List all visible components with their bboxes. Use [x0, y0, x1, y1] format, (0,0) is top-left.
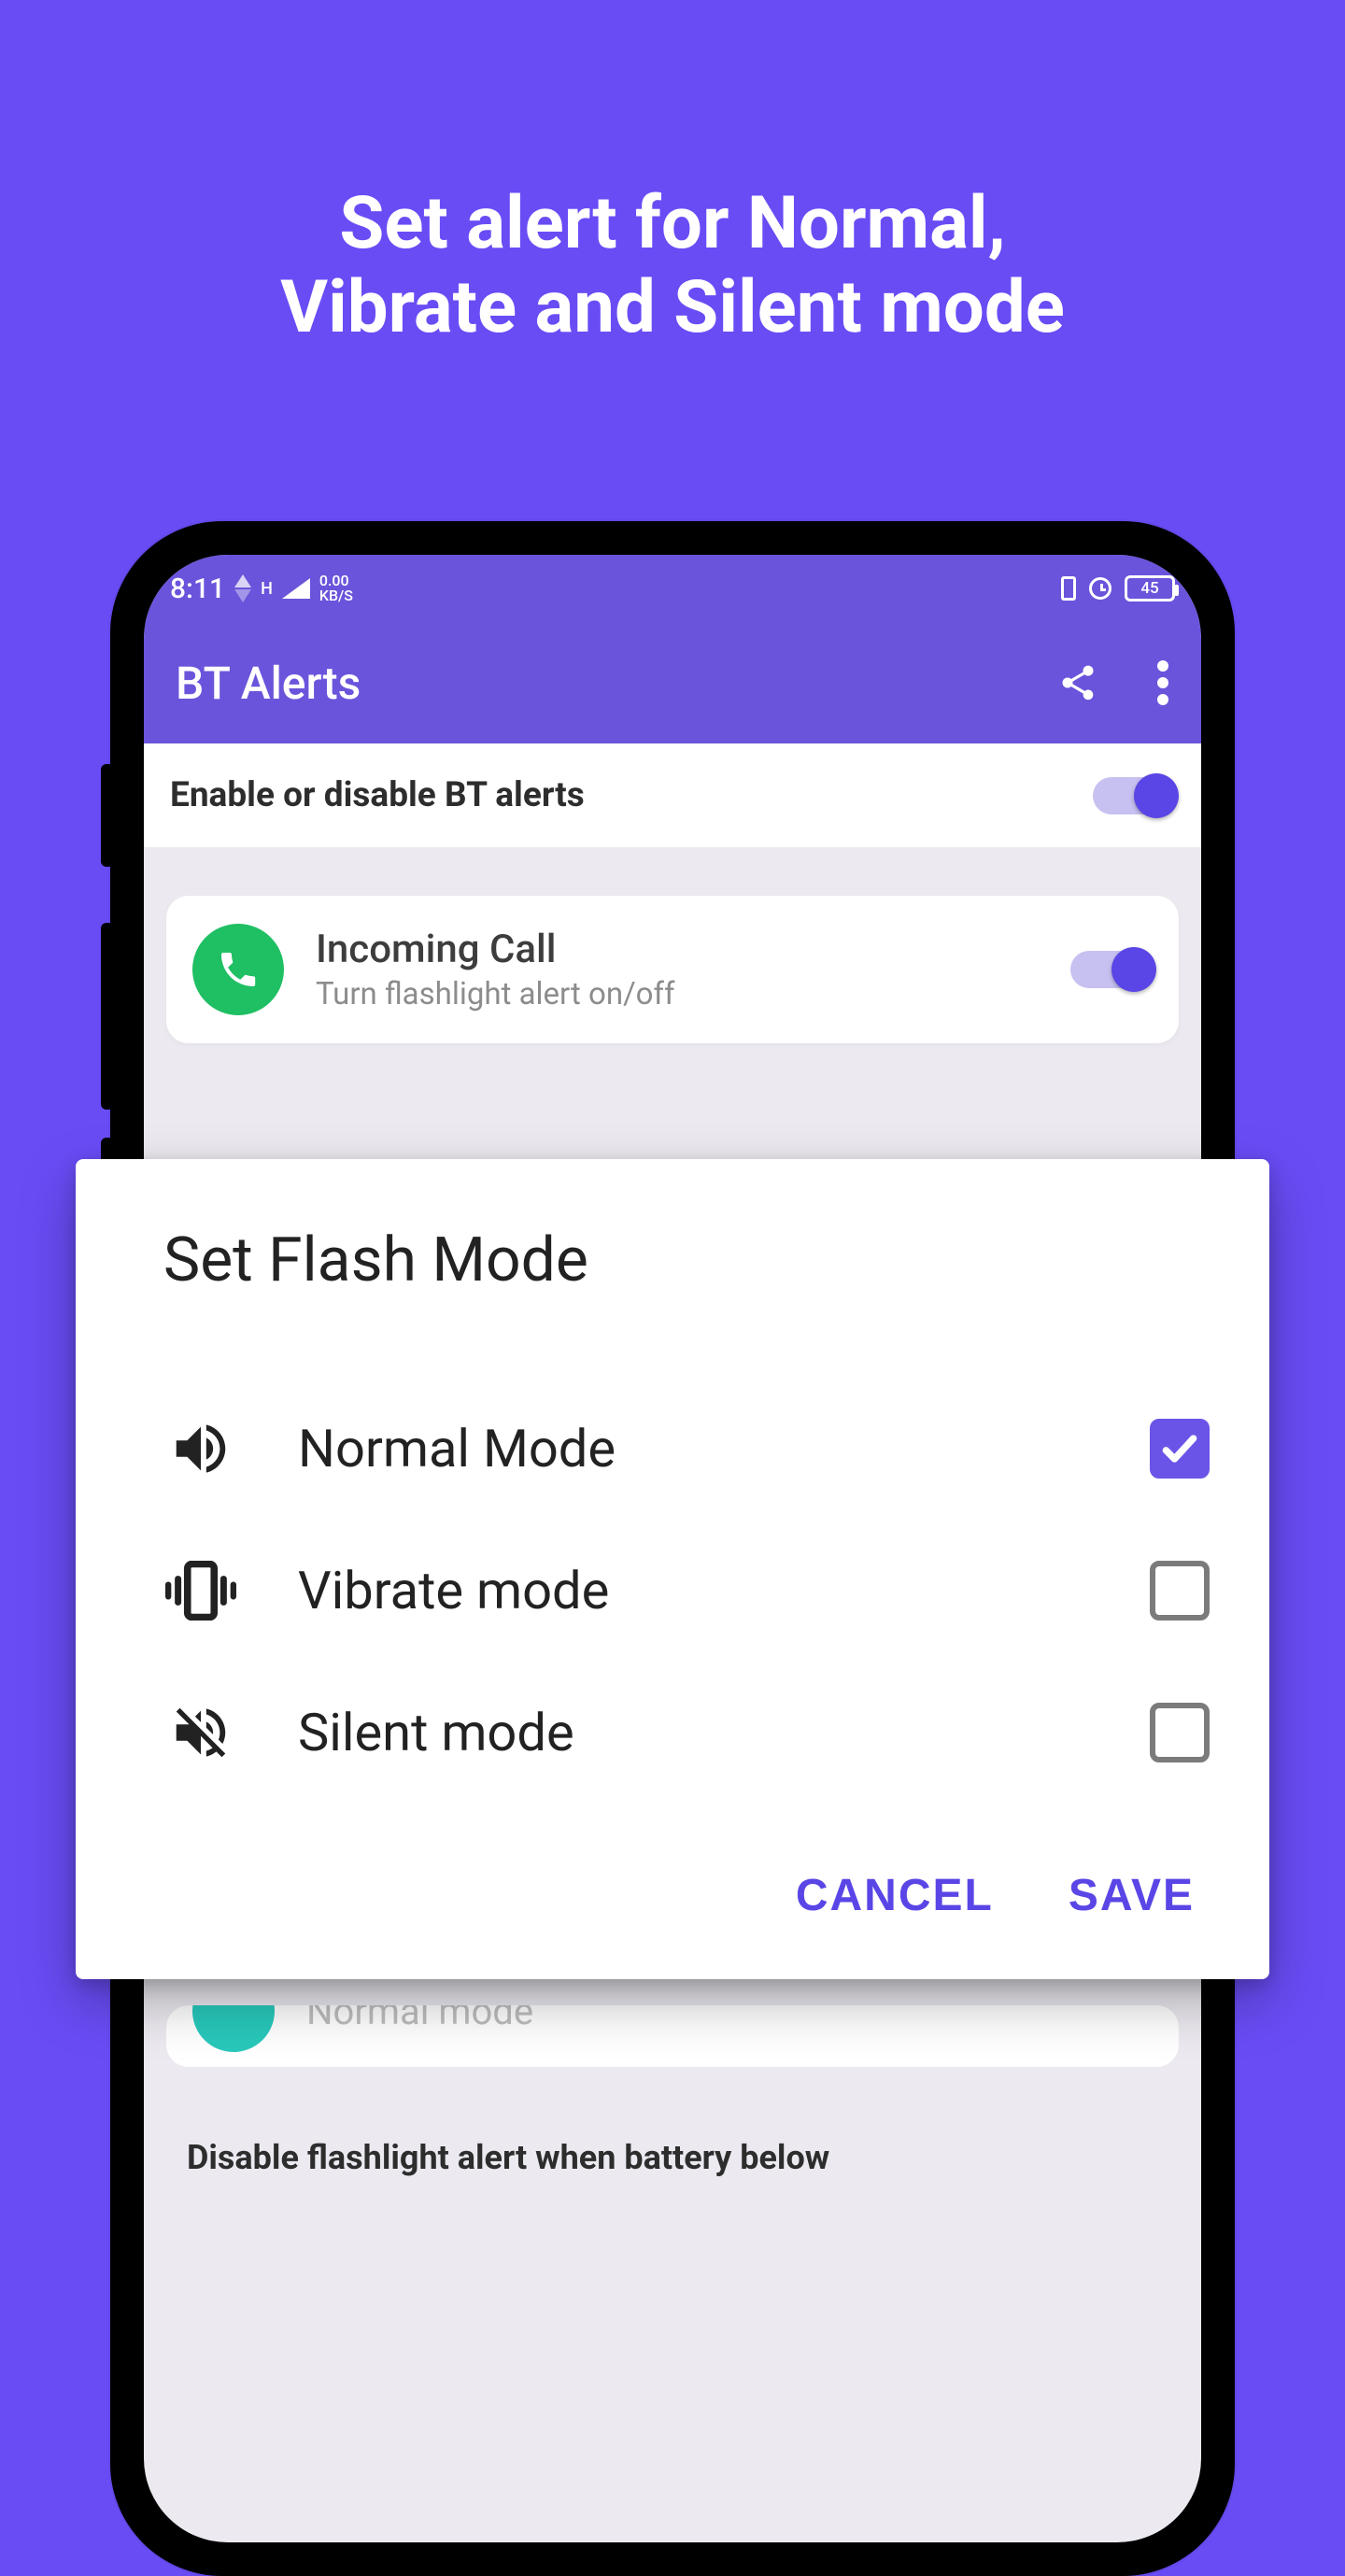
volume-icon — [163, 1416, 238, 1481]
battery-level: 45 — [1140, 579, 1158, 598]
upload-indicator-icon — [234, 574, 251, 587]
status-kbps: 0.00 KB/S — [319, 573, 353, 603]
incoming-call-toggle[interactable] — [1070, 951, 1153, 988]
enable-alerts-toggle[interactable] — [1093, 777, 1175, 814]
mute-icon — [163, 1700, 238, 1765]
option-silent-checkbox[interactable] — [1150, 1703, 1210, 1762]
alarm-icon — [1089, 577, 1111, 600]
overflow-menu-icon[interactable] — [1156, 660, 1169, 705]
status-time: 8:11 — [170, 573, 225, 605]
option-normal-checkbox[interactable] — [1150, 1419, 1210, 1479]
status-bar: 8:11 H 0.00 KB/S 45 — [144, 555, 1201, 622]
enable-alerts-row: Enable or disable BT alerts — [144, 743, 1201, 847]
promo-heading: Set alert for Normal, Vibrate and Silent… — [0, 0, 1345, 349]
incoming-call-title: Incoming Call — [316, 927, 1039, 972]
status-net-type: H — [261, 579, 273, 599]
phone-icon — [192, 924, 284, 1015]
enable-alerts-label: Enable or disable BT alerts — [170, 775, 585, 815]
dialog-title: Set Flash Mode — [163, 1224, 1223, 1296]
option-vibrate-mode[interactable]: Vibrate mode — [163, 1521, 1223, 1661]
option-silent-mode[interactable]: Silent mode — [163, 1661, 1223, 1805]
incoming-call-subtitle: Turn flashlight alert on/off — [316, 976, 1039, 1012]
battery-threshold-label: Disable flashlight alert when battery be… — [144, 2067, 1201, 2177]
promo-heading-line2: Vibrate and Silent mode — [0, 266, 1345, 350]
battery-icon: 45 — [1125, 575, 1175, 602]
download-indicator-icon — [234, 589, 251, 602]
save-button[interactable]: SAVE — [1069, 1870, 1195, 1921]
toggle-knob — [1134, 773, 1179, 818]
option-vibrate-checkbox[interactable] — [1150, 1561, 1210, 1621]
app-bar: BT Alerts — [144, 622, 1201, 743]
app-title: BT Alerts — [176, 657, 361, 710]
option-normal-mode[interactable]: Normal Mode — [163, 1377, 1223, 1521]
phone-side-button — [101, 923, 114, 1110]
promo-heading-line1: Set alert for Normal, — [0, 182, 1345, 266]
option-label: Normal Mode — [298, 1418, 1090, 1479]
mode-icon — [192, 2005, 275, 2052]
share-icon[interactable] — [1057, 660, 1098, 705]
set-flash-mode-dialog: Set Flash Mode Normal Mode Vibrate mode — [76, 1159, 1269, 1979]
phone-side-button — [101, 764, 114, 867]
flash-mode-card-label: Normal mode — [306, 2005, 533, 2033]
phone-portrait-icon — [1061, 576, 1076, 601]
incoming-call-card: Incoming Call Turn flashlight alert on/o… — [166, 896, 1179, 1043]
option-label: Vibrate mode — [298, 1560, 1090, 1621]
option-label: Silent mode — [298, 1702, 1090, 1763]
cancel-button[interactable]: CANCEL — [796, 1870, 994, 1921]
vibrate-icon — [163, 1561, 238, 1621]
signal-icon — [282, 578, 310, 599]
toggle-knob — [1111, 947, 1156, 992]
flash-mode-card-peek: Normal mode — [166, 2005, 1179, 2067]
status-kbps-unit: KB/S — [319, 588, 353, 603]
dialog-actions: CANCEL SAVE — [163, 1805, 1223, 1942]
